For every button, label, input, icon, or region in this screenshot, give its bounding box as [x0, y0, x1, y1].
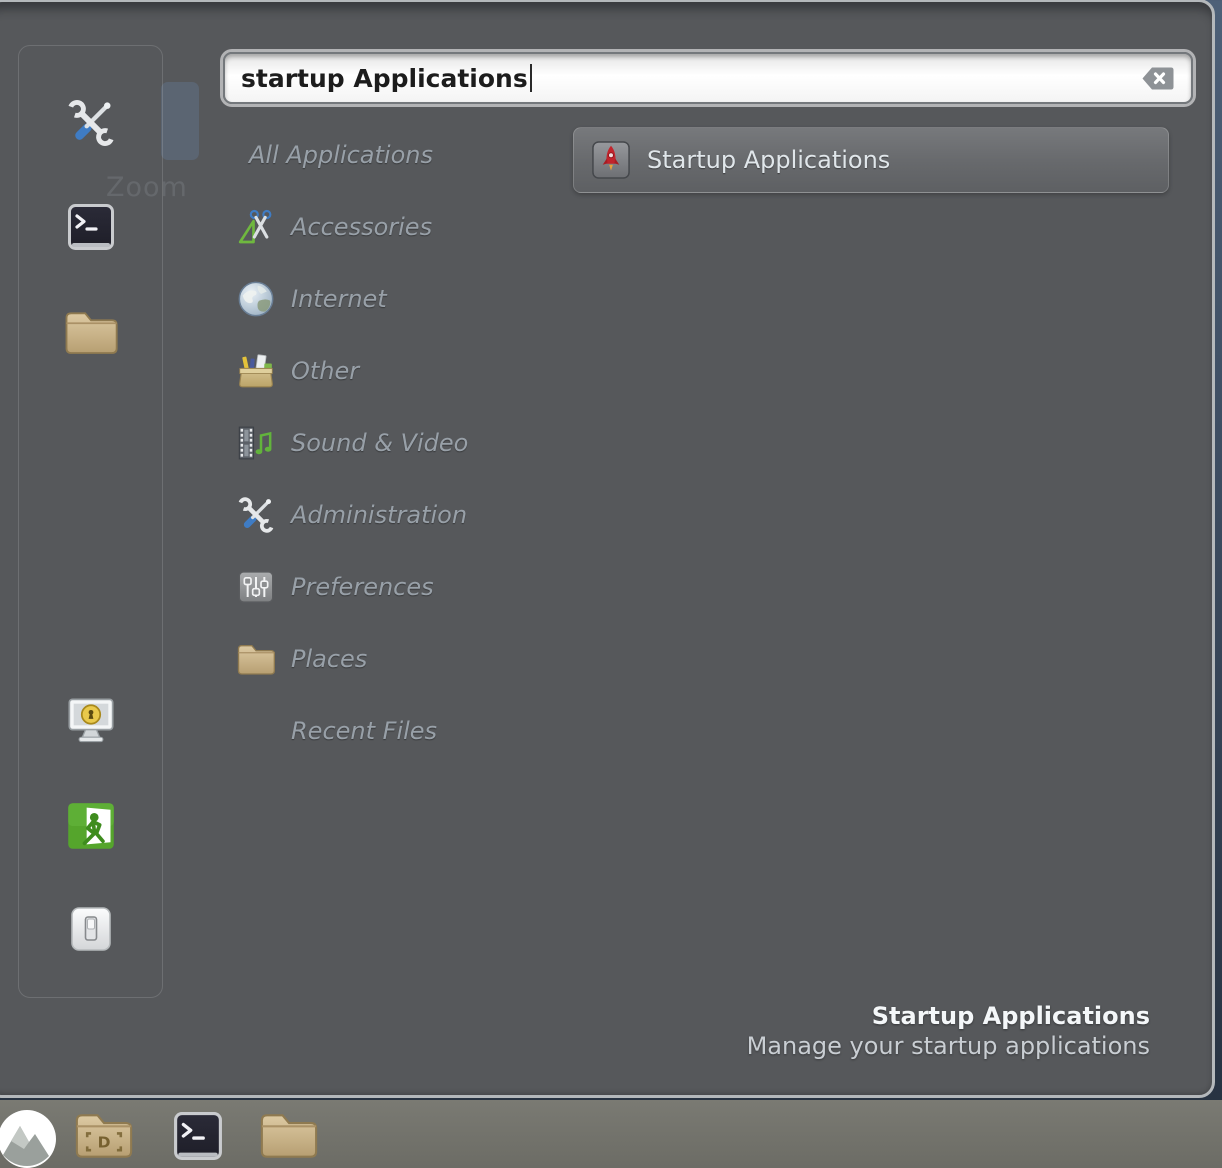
category-recent-files[interactable]: Recent Files	[236, 695, 576, 767]
desktop-folder-launcher[interactable]: D	[73, 1110, 135, 1162]
category-label: Places	[291, 645, 367, 673]
folder-icon	[63, 306, 119, 358]
shutdown-icon	[67, 903, 115, 955]
category-accessories[interactable]: Accessories	[236, 191, 576, 263]
tools-crossed-icon	[65, 97, 117, 149]
result-startup-applications[interactable]: Startup Applications	[573, 127, 1169, 193]
menu-launcher-button[interactable]	[0, 1108, 57, 1168]
terminal-button[interactable]	[67, 201, 115, 253]
category-label: Internet	[291, 285, 387, 313]
desktop-folder-icon: D	[73, 1110, 135, 1162]
globe-icon	[236, 279, 276, 319]
terminal-launcher[interactable]	[173, 1108, 223, 1164]
shutdown-button[interactable]	[67, 903, 115, 955]
wrench-screwdriver-icon	[236, 495, 276, 535]
category-label: Accessories	[291, 213, 432, 241]
menu-sidebar	[18, 45, 163, 998]
folder-icon	[258, 1110, 320, 1162]
logout-button[interactable]	[65, 800, 117, 852]
category-label: Other	[291, 357, 359, 385]
ruler-scissors-icon	[236, 207, 276, 247]
category-label: Administration	[291, 501, 467, 529]
backspace-clear-icon	[1141, 66, 1175, 91]
rocket-icon	[592, 141, 630, 179]
category-administration[interactable]: Administration	[236, 479, 576, 551]
svg-text:D: D	[98, 1134, 111, 1152]
category-sound-video[interactable]: Sound & Video	[236, 407, 576, 479]
file-manager-button[interactable]	[63, 306, 119, 358]
category-other[interactable]: Other	[236, 335, 576, 407]
terminal-icon	[173, 1108, 223, 1164]
toolbox-icon	[236, 351, 276, 391]
category-label: All Applications	[236, 141, 433, 169]
search-value: startup Applications	[241, 64, 528, 93]
mint-logo-icon	[0, 1108, 57, 1168]
clear-search-button[interactable]	[1141, 66, 1175, 91]
category-internet[interactable]: Internet	[236, 263, 576, 335]
category-all-applications[interactable]: All Applications	[236, 119, 576, 191]
category-label: Sound & Video	[291, 429, 468, 457]
terminal-icon	[67, 201, 115, 253]
search-input[interactable]: startup Applications	[223, 52, 1193, 104]
text-caret	[530, 64, 532, 92]
system-tools-button[interactable]	[65, 97, 117, 149]
desktop: { "desktop": { "ghost_icon_label": "Zoom…	[0, 0, 1222, 1168]
folder-icon	[236, 639, 276, 679]
category-preferences[interactable]: Preferences	[236, 551, 576, 623]
filmstrip-note-icon	[236, 423, 276, 463]
files-launcher[interactable]	[258, 1110, 320, 1162]
selection-description: Startup Applications Manage your startup…	[747, 1001, 1150, 1061]
panel-taskbar: D	[0, 1100, 1222, 1168]
lock-screen-button[interactable]	[65, 695, 117, 747]
lock-screen-icon	[65, 695, 117, 747]
category-label: Preferences	[291, 573, 434, 601]
selection-subtitle: Manage your startup applications	[747, 1031, 1150, 1061]
category-places[interactable]: Places	[236, 623, 576, 695]
result-label: Startup Applications	[647, 146, 890, 174]
logout-icon	[65, 800, 117, 852]
category-label: Recent Files	[236, 717, 437, 745]
ghost-desktop-icon	[161, 82, 199, 160]
sliders-panel-icon	[236, 567, 276, 607]
selection-title: Startup Applications	[747, 1001, 1150, 1031]
